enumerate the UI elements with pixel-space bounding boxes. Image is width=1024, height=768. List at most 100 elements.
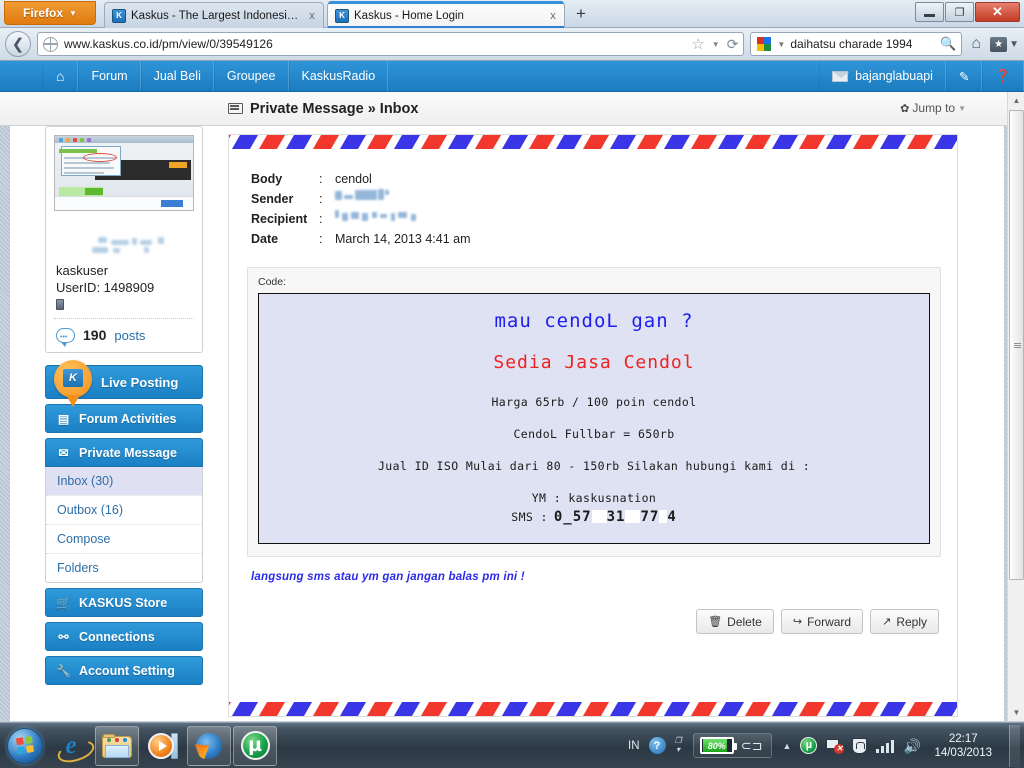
field-colon: :	[319, 212, 323, 226]
signal-bars-icon[interactable]	[876, 738, 895, 753]
search-icon[interactable]: 🔍	[940, 36, 956, 52]
start-button[interactable]	[2, 725, 48, 767]
sms-part-2: 31	[606, 509, 626, 525]
windows-start-orb-icon	[7, 727, 43, 764]
airmail-stripe	[933, 135, 957, 149]
airmail-stripe	[582, 702, 610, 716]
nav-home-icon[interactable]: ⌂	[42, 61, 79, 91]
field-label: Body	[251, 172, 283, 186]
envelope-icon	[832, 70, 850, 82]
sidebar-item-kaskus-store[interactable]: 🛒 KASKUS Store	[45, 588, 203, 617]
reply-button[interactable]: ↗ Reply	[870, 609, 939, 634]
scrollbar-thumb[interactable]	[1009, 110, 1024, 580]
sidebar-item-label: Forum Activities	[79, 411, 177, 426]
jump-to-dropdown[interactable]: ✿ Jump to ▼	[900, 101, 966, 115]
sidebar-item-connections[interactable]: ⚯ Connections	[45, 622, 203, 651]
sidebar-item-forum-activities[interactable]: ▤ Forum Activities	[45, 404, 203, 433]
airmail-border-top	[229, 135, 957, 149]
sidebar-item-account-setting[interactable]: 🔧 Account Setting	[45, 656, 203, 685]
sidebar-item-private-message[interactable]: ✉ Private Message	[45, 438, 203, 467]
tray-expand-arrow-icon[interactable]: ▲	[783, 741, 792, 751]
back-button[interactable]: ❮	[5, 31, 31, 57]
chevron-down-icon[interactable]: ▼	[777, 40, 785, 49]
sidebar-subitem-inbox[interactable]: Inbox (30)	[46, 467, 202, 495]
reload-icon[interactable]: ⟳	[727, 36, 739, 53]
taskbar-utorrent[interactable]: µ	[233, 725, 277, 766]
cart-icon: 🛒	[56, 595, 71, 610]
network-error-icon[interactable]: ✕	[826, 738, 845, 754]
nav-help-icon[interactable]: ❓	[982, 61, 1024, 91]
airmail-stripe	[690, 135, 718, 149]
bookmark-star-icon[interactable]: ☆	[691, 35, 704, 53]
airmail-stripe	[229, 135, 232, 149]
field-value-sender-redacted[interactable]	[335, 189, 435, 203]
show-desktop-button[interactable]	[1009, 724, 1020, 767]
message-actions: 🗑 Delete ↪ Forward ↗ Reply	[229, 599, 957, 650]
airmail-stripe	[285, 135, 313, 149]
site-navigation: ⌂ Forum Jual Beli Groupee KaskusRadio ba…	[0, 61, 1024, 92]
nav-compose-pencil-icon[interactable]: ✎	[945, 61, 983, 91]
nav-item-groupee[interactable]: Groupee	[213, 61, 289, 91]
airmail-stripe	[393, 702, 421, 716]
help-icon[interactable]: ?	[648, 737, 666, 754]
nav-item-kaskusradio[interactable]: KaskusRadio	[288, 61, 389, 91]
sidebar-subitem-compose[interactable]: Compose	[46, 524, 202, 553]
sidebar-item-live-posting[interactable]: K Live Posting	[45, 360, 203, 407]
taskbar-windows-explorer[interactable]	[95, 725, 139, 766]
airmail-stripe	[312, 702, 340, 716]
user-screenshot-thumbnail[interactable]	[54, 135, 194, 211]
airmail-stripe	[636, 702, 664, 716]
airmail-stripe	[474, 702, 502, 716]
bookmarks-button[interactable]: ★ ▼	[990, 36, 1019, 52]
nav-item-forum[interactable]: Forum	[78, 61, 141, 91]
browser-tab-2[interactable]: K Kaskus - Home Login x	[327, 1, 565, 28]
search-bar[interactable]: ▼ daihatsu charade 1994 🔍	[750, 32, 963, 56]
button-label: Forward	[807, 614, 852, 629]
button-label: Delete	[727, 614, 762, 629]
search-input[interactable]: daihatsu charade 1994	[790, 37, 935, 51]
airmail-stripe	[879, 702, 907, 716]
scroll-down-arrow-icon[interactable]: ▼	[1008, 704, 1024, 721]
security-icon[interactable]	[852, 737, 868, 754]
restore-button[interactable]: ❐	[945, 2, 974, 22]
tab-title: Kaskus - The Largest Indonesian Com...	[131, 9, 302, 22]
address-bar[interactable]: www.kaskus.co.id/pm/view/0/39549126 ☆ ▼ …	[37, 32, 745, 56]
taskbar-windows-media-player[interactable]	[141, 726, 185, 766]
field-label: Recipient	[251, 212, 308, 226]
sidebar-subitem-folders[interactable]: Folders	[46, 553, 202, 582]
scrollbar-grip	[1014, 343, 1021, 349]
nav-user-menu[interactable]: bajanglabuapi	[819, 61, 946, 91]
code-line-1: Harga 65rb / 100 poin cendol	[491, 395, 697, 409]
airmail-stripe	[420, 135, 448, 149]
field-value-recipient-redacted[interactable]	[335, 209, 435, 223]
scroll-up-arrow-icon[interactable]: ▲	[1008, 92, 1024, 109]
clock[interactable]: 22:17 14/03/2013	[930, 732, 996, 760]
firefox-menu-button[interactable]: Firefox ▼	[4, 1, 96, 25]
close-icon[interactable]: x	[307, 10, 317, 22]
taskbar-firefox[interactable]	[187, 725, 231, 766]
globe-icon	[43, 36, 58, 52]
airmail-stripe	[744, 135, 772, 149]
nav-item-jual-beli[interactable]: Jual Beli	[140, 61, 214, 91]
sidebar-item-label: KASKUS Store	[79, 595, 168, 610]
airmail-stripe	[852, 702, 880, 716]
forward-button[interactable]: ↪ Forward	[780, 609, 864, 634]
show-hidden-icons-button[interactable]: ❐ ▾	[675, 737, 682, 754]
volume-icon[interactable]: 🔊	[903, 738, 921, 754]
close-icon[interactable]: x	[548, 10, 558, 22]
delete-button[interactable]: 🗑 Delete	[696, 609, 774, 634]
minimize-button[interactable]	[915, 2, 944, 22]
chevron-down-icon[interactable]: ▼	[712, 40, 720, 49]
new-tab-button[interactable]: +	[570, 4, 592, 26]
code-block: mau cendoL gan ? Sedia Jasa Cendol Harga…	[258, 293, 930, 544]
sidebar-subitem-outbox[interactable]: Outbox (16)	[46, 495, 202, 524]
close-window-button[interactable]: ✕	[975, 2, 1020, 22]
language-indicator[interactable]: IN	[628, 740, 640, 752]
battery-flyout[interactable]: 80% ⊂⊐	[692, 733, 772, 758]
page-scrollbar[interactable]: ▲ ▼	[1007, 92, 1024, 721]
browser-tab-1[interactable]: K Kaskus - The Largest Indonesian Com...…	[104, 2, 324, 28]
reply-arrow-icon: ↗	[882, 616, 892, 628]
utorrent-tray-icon[interactable]: µ	[800, 737, 818, 754]
home-icon[interactable]: ⌂	[968, 35, 984, 53]
taskbar-internet-explorer[interactable]: e	[49, 726, 93, 766]
